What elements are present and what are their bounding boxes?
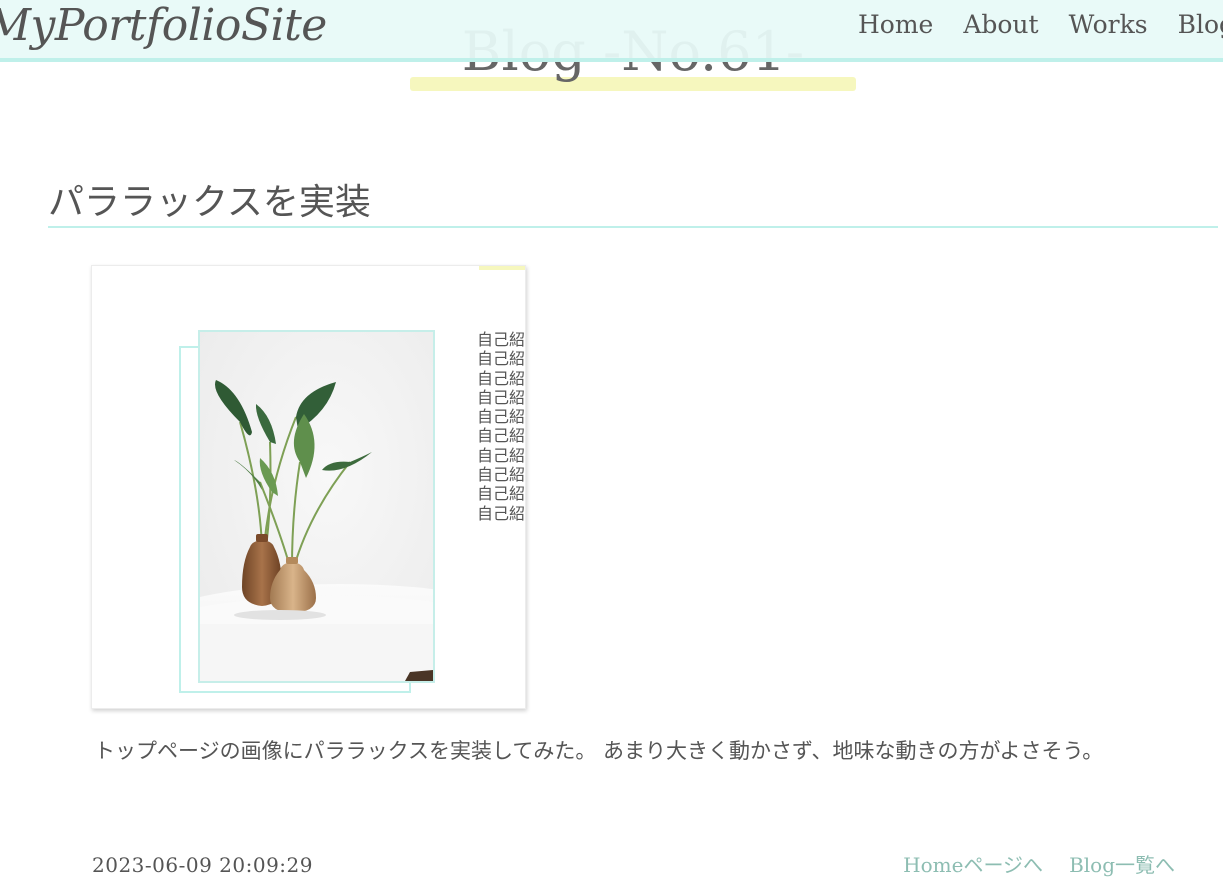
post-image-card: 自己紹 自己紹 自己紹 自己紹 自己紹 自己紹 自己紹 自己紹 自己紹 自己紹 xyxy=(91,265,526,709)
post-footer-links: Homeページへ Blog一覧へ xyxy=(903,850,1175,880)
side-text-line: 自己紹 xyxy=(477,407,526,427)
side-text-line: 自己紹 xyxy=(477,503,526,523)
page: Blog -No.61- MyPortfolioSite Home About … xyxy=(0,0,1223,886)
home-page-link[interactable]: Homeページへ xyxy=(903,850,1043,880)
side-text-line: 自己紹 xyxy=(477,330,526,349)
post-date: 2023-06-09 20:09:29 xyxy=(92,853,313,877)
plant-photo xyxy=(198,330,435,683)
site-logo[interactable]: MyPortfolioSite xyxy=(0,0,327,52)
site-header: MyPortfolioSite Home About Works Blog xyxy=(0,0,1223,62)
main-nav: Home About Works Blog xyxy=(858,8,1223,42)
side-text-line: 自己紹 xyxy=(477,426,526,446)
side-text-line: 自己紹 xyxy=(477,387,526,407)
nav-about[interactable]: About xyxy=(963,8,1038,42)
side-text-line: 自己紹 xyxy=(477,465,526,485)
nav-home[interactable]: Home xyxy=(858,8,933,42)
side-text-line: 自己紹 xyxy=(477,349,526,369)
nav-works[interactable]: Works xyxy=(1069,8,1148,42)
side-text-line: 自己紹 xyxy=(477,368,526,388)
post-heading: パララックスを実装 xyxy=(48,178,1218,228)
plant-vase-image xyxy=(200,332,433,681)
blog-list-link[interactable]: Blog一覧へ xyxy=(1069,850,1175,880)
card-accent xyxy=(479,266,525,270)
side-text-line: 自己紹 xyxy=(477,445,526,465)
side-text-column: 自己紹 自己紹 自己紹 自己紹 自己紹 自己紹 自己紹 自己紹 自己紹 自己紹 xyxy=(477,330,526,523)
nav-blog[interactable]: Blog xyxy=(1178,8,1223,42)
post-body-text: トップページの画像にパララックスを実装してみた。 あまり大きく動かさず、地味な動… xyxy=(94,739,1104,763)
side-text-line: 自己紹 xyxy=(477,484,526,504)
